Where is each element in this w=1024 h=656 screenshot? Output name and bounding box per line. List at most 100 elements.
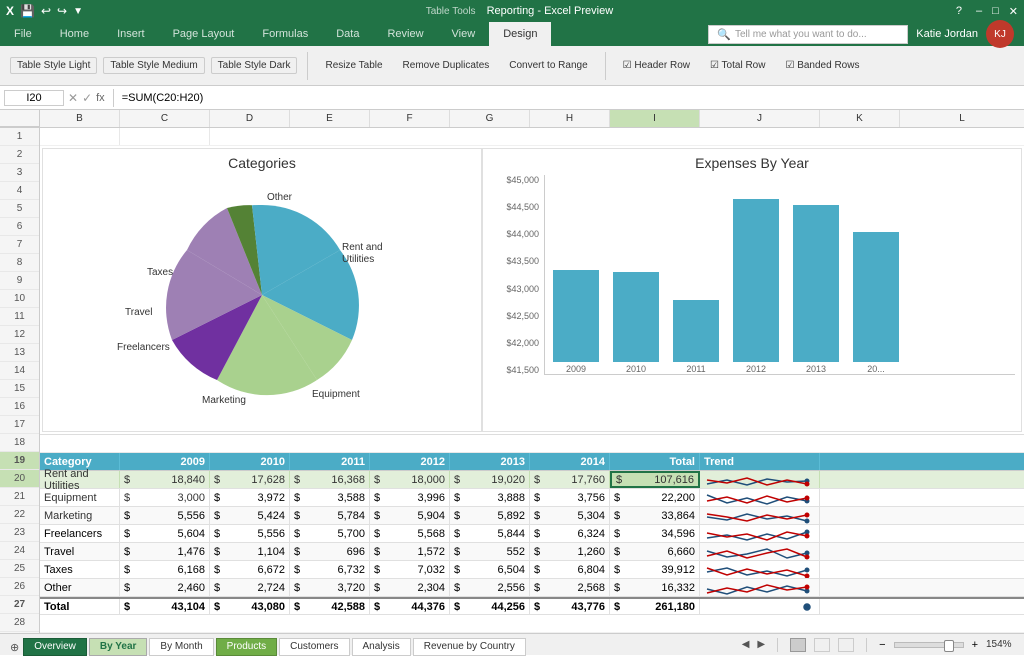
zoom-in-icon[interactable]: + (972, 639, 978, 651)
col-header-c[interactable]: C (120, 110, 210, 127)
spreadsheet-row-22[interactable]: Marketing $5,556 $5,424 $5,784 $5,904 $5… (40, 507, 1024, 525)
formula-fx-icon[interactable]: fx (96, 92, 105, 104)
cell-g22[interactable]: $5,892 (450, 507, 530, 524)
normal-view-btn[interactable] (790, 638, 806, 652)
cell-d20[interactable]: $17,628 (210, 471, 290, 488)
cell-c24[interactable]: $1,476 (120, 543, 210, 560)
sheet-tab-analysis[interactable]: Analysis (352, 638, 411, 656)
cell-e25[interactable]: $6,732 (290, 561, 370, 578)
spreadsheet-row-25[interactable]: Taxes $6,168 $6,672 $6,732 $7,032 $6,504… (40, 561, 1024, 579)
tab-review[interactable]: Review (373, 22, 437, 46)
quick-access-undo[interactable]: ↩ (41, 4, 51, 18)
cell-i27[interactable]: $261,180 (610, 599, 700, 614)
cell-c21[interactable]: $3,000 (120, 489, 210, 506)
col-header-b[interactable]: B (40, 110, 120, 127)
cell-b27-total[interactable]: Total (40, 599, 120, 614)
cell-d21[interactable]: $3,972 (210, 489, 290, 506)
cell-b24-category[interactable]: Travel (40, 543, 120, 560)
table-style-light[interactable]: Table Style Light (10, 57, 97, 74)
table-style-dark[interactable]: Table Style Dark (211, 57, 298, 74)
cell-d27[interactable]: $43,080 (210, 599, 290, 614)
sheet-tab-products[interactable]: Products (216, 638, 277, 656)
cell-g24[interactable]: $552 (450, 543, 530, 560)
cell-i25[interactable]: $39,912 (610, 561, 700, 578)
cell-reference-box[interactable] (4, 90, 64, 106)
restore-button[interactable]: □ (992, 5, 999, 17)
cell-d23[interactable]: $5,556 (210, 525, 290, 542)
remove-duplicates-btn[interactable]: Remove Duplicates (396, 57, 497, 74)
cell-c23[interactable]: $5,604 (120, 525, 210, 542)
page-break-view-btn[interactable] (838, 638, 854, 652)
spreadsheet-row-21[interactable]: Equipment $3,000 $3,972 $3,588 $3,996 $3… (40, 489, 1024, 507)
quick-access-more[interactable]: ▼ (73, 6, 83, 17)
cell-h19[interactable]: 2014 (530, 453, 610, 470)
cell-d22[interactable]: $5,424 (210, 507, 290, 524)
help-button[interactable]: ? (956, 5, 962, 17)
sheet-tab-customers[interactable]: Customers (279, 638, 349, 656)
search-box[interactable]: 🔍 Tell me what you want to do... (708, 25, 908, 44)
minimize-button[interactable]: – (976, 5, 982, 17)
spreadsheet-row-28[interactable] (40, 615, 1024, 633)
cell-i19[interactable]: Total (610, 453, 700, 470)
cell-f19[interactable]: 2012 (370, 453, 450, 470)
col-header-f[interactable]: F (370, 110, 450, 127)
cell-c20[interactable]: $18,840 (120, 471, 210, 488)
cell-b25-category[interactable]: Taxes (40, 561, 120, 578)
col-header-g[interactable]: G (450, 110, 530, 127)
cell-d25[interactable]: $6,672 (210, 561, 290, 578)
tab-page-layout[interactable]: Page Layout (159, 22, 249, 46)
cell-i24[interactable]: $6,660 (610, 543, 700, 560)
cell-c27[interactable]: $43,104 (120, 599, 210, 614)
cell-g20[interactable]: $19,020 (450, 471, 530, 488)
resize-table-btn[interactable]: Resize Table (318, 57, 389, 74)
cell-c25[interactable]: $6,168 (120, 561, 210, 578)
cell-d24[interactable]: $1,104 (210, 543, 290, 560)
cell-f20[interactable]: $18,000 (370, 471, 450, 488)
cell-g21[interactable]: $3,888 (450, 489, 530, 506)
cell-e24[interactable]: $696 (290, 543, 370, 560)
formula-cancel[interactable]: ✕ (68, 91, 78, 105)
cell-f25[interactable]: $7,032 (370, 561, 450, 578)
banded-rows-btn[interactable]: ☑ Banded Rows (778, 57, 866, 74)
cell-c22[interactable]: $5,556 (120, 507, 210, 524)
zoom-slider[interactable] (894, 642, 964, 648)
zoom-out-icon[interactable]: − (879, 639, 885, 651)
sheet-tab-by-month[interactable]: By Month (149, 638, 213, 656)
col-header-j[interactable]: J (700, 110, 820, 127)
quick-access-redo[interactable]: ↪ (57, 4, 67, 18)
sheet-tab-overview[interactable]: Overview (23, 638, 87, 656)
page-layout-view-btn[interactable] (814, 638, 830, 652)
cell-e21[interactable]: $3,588 (290, 489, 370, 506)
cell-f27[interactable]: $44,376 (370, 599, 450, 614)
col-header-h[interactable]: H (530, 110, 610, 127)
cell-c1[interactable] (120, 128, 210, 145)
cell-e27[interactable]: $42,588 (290, 599, 370, 614)
tab-view[interactable]: View (438, 22, 490, 46)
cell-b21-category[interactable]: Equipment (40, 489, 120, 506)
spreadsheet-row-20[interactable]: Rent and Utilities $18,840 $17,628 $16,3… (40, 471, 1024, 489)
cell-d19[interactable]: 2010 (210, 453, 290, 470)
cell-h21[interactable]: $3,756 (530, 489, 610, 506)
cell-h27[interactable]: $43,776 (530, 599, 610, 614)
cell-b26-category[interactable]: Other (40, 579, 120, 596)
quick-access-save[interactable]: 💾 (20, 4, 35, 18)
cell-g23[interactable]: $5,844 (450, 525, 530, 542)
cell-i21[interactable]: $22,200 (610, 489, 700, 506)
cell-i20-selected[interactable]: $107,616 (610, 471, 700, 488)
tab-file[interactable]: File (0, 22, 46, 46)
cell-c26[interactable]: $2,460 (120, 579, 210, 596)
cell-j19[interactable]: Trend (700, 453, 820, 470)
cell-c19[interactable]: 2009 (120, 453, 210, 470)
col-header-d[interactable]: D (210, 110, 290, 127)
cell-e26[interactable]: $3,720 (290, 579, 370, 596)
sheet-tab-by-year[interactable]: By Year (89, 638, 148, 656)
cell-b23-category[interactable]: Freelancers (40, 525, 120, 542)
col-header-l[interactable]: L (900, 110, 1024, 127)
cell-f22[interactable]: $5,904 (370, 507, 450, 524)
cell-b20-category[interactable]: Rent and Utilities (40, 471, 120, 488)
cell-e22[interactable]: $5,784 (290, 507, 370, 524)
spreadsheet-row-19[interactable]: Category 2009 2010 2011 2012 2013 2014 T… (40, 453, 1024, 471)
cell-h25[interactable]: $6,804 (530, 561, 610, 578)
cell-g19[interactable]: 2013 (450, 453, 530, 470)
cell-f26[interactable]: $2,304 (370, 579, 450, 596)
